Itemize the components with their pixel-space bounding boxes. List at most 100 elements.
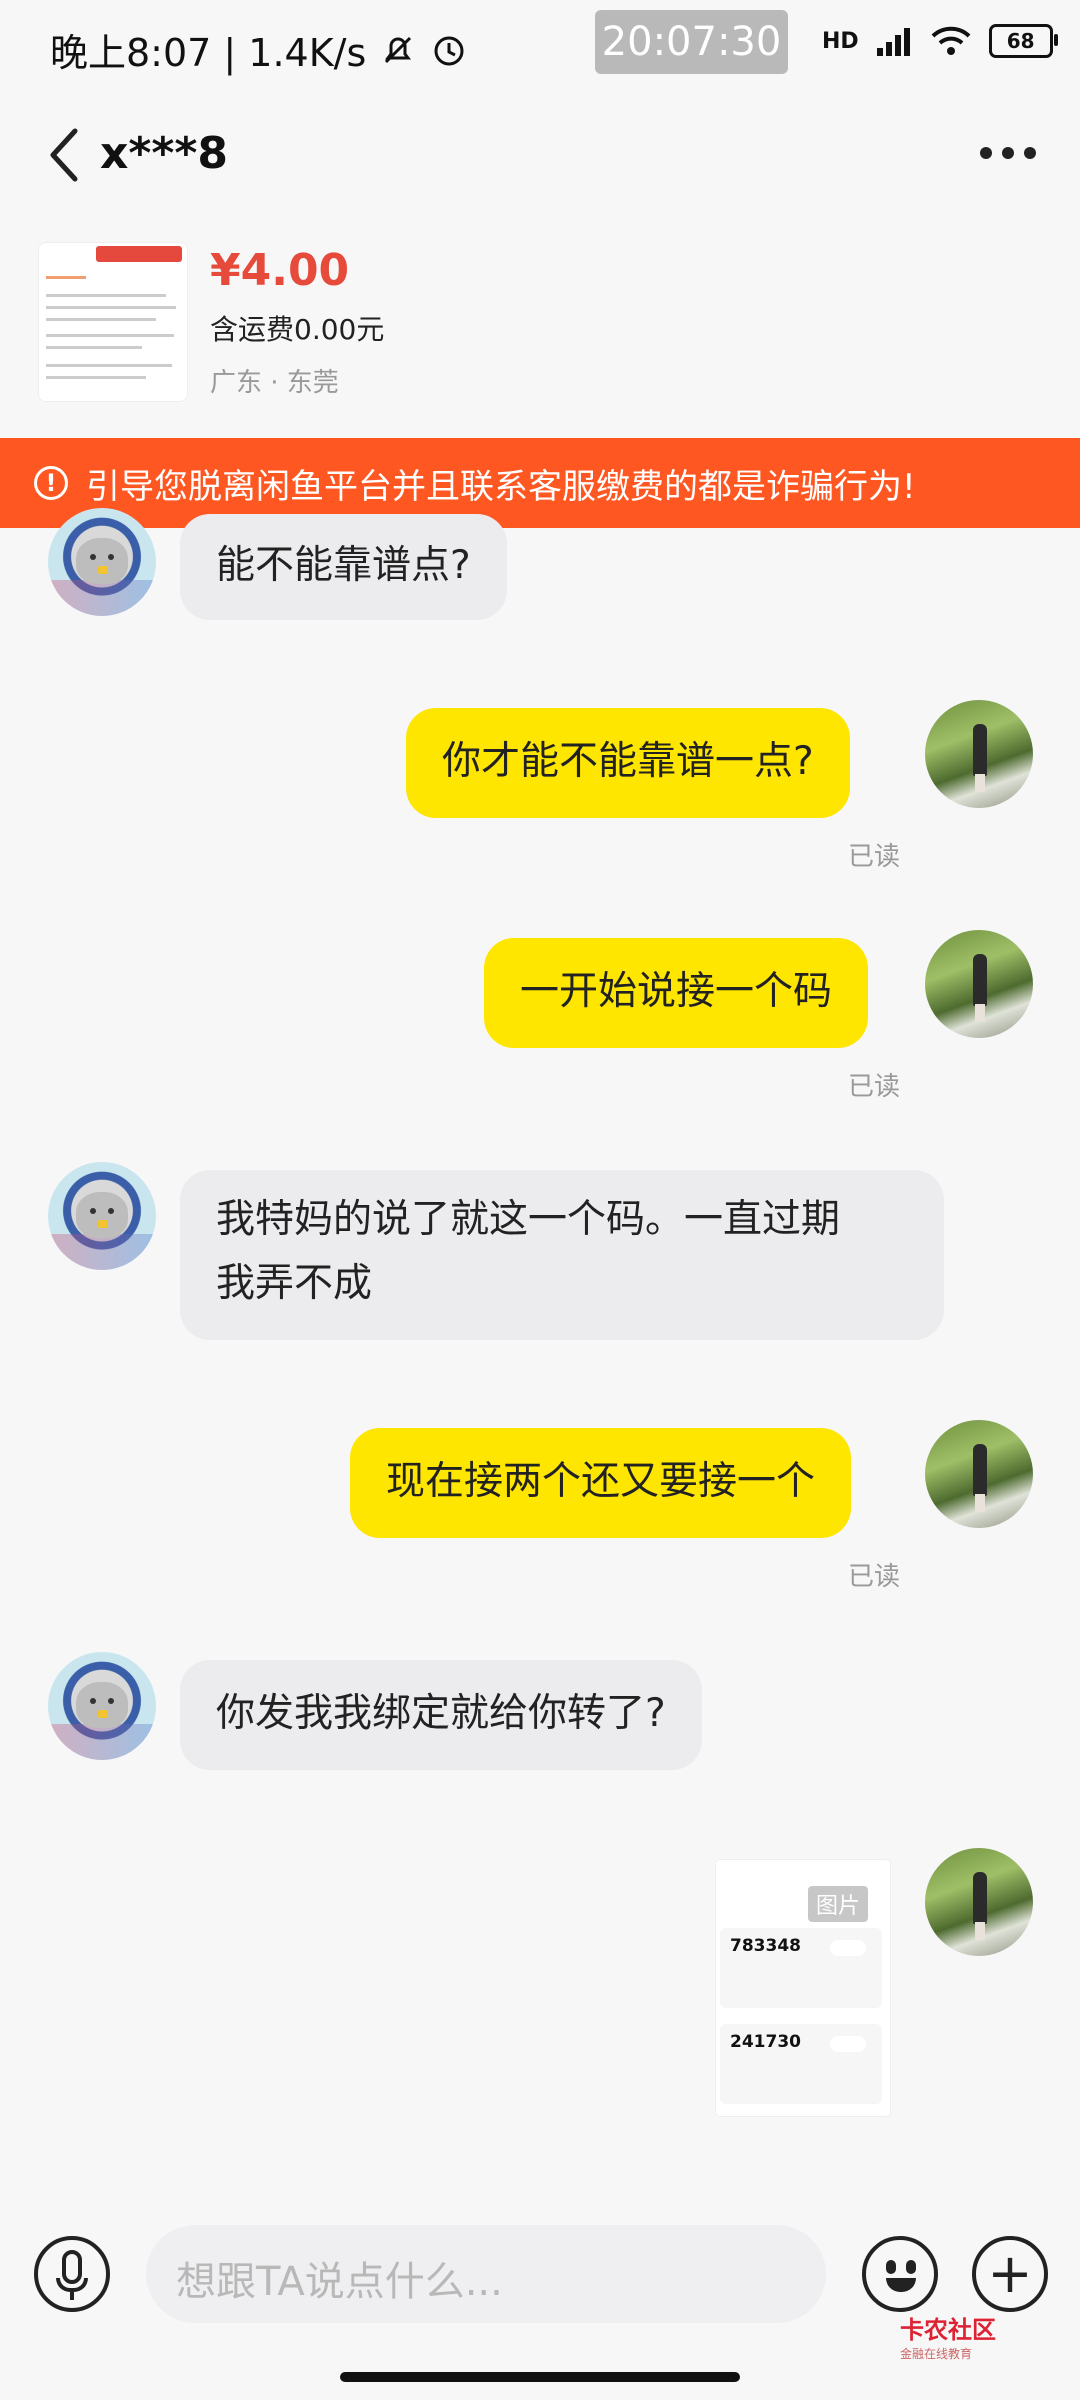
sms-code: 241730 — [730, 2032, 801, 2052]
thumbnail-line — [46, 276, 86, 279]
chat-title: x***8 — [100, 128, 229, 179]
avatar-eye — [90, 1208, 96, 1214]
seller-avatar[interactable] — [48, 508, 156, 616]
copy-chip — [830, 1940, 866, 1956]
thumbnail-line — [46, 318, 156, 321]
product-thumbnail[interactable] — [38, 242, 188, 402]
avatar-face — [76, 1192, 128, 1238]
seller-avatar[interactable] — [48, 1652, 156, 1760]
input-placeholder: 想跟TA说点什么... — [176, 2259, 503, 2305]
status-left: 晚上8:07 | 1.4K/s — [50, 22, 468, 77]
avatar-eye — [90, 1698, 96, 1704]
message-text-line: 我弄不成 — [216, 1261, 373, 1306]
image-message[interactable]: 图片 783348 241730 — [716, 1860, 890, 2116]
message-bubble-sent[interactable]: 你才能不能靠谱一点? — [406, 708, 850, 818]
alarm-icon — [434, 36, 464, 65]
my-avatar[interactable] — [925, 1420, 1033, 1528]
avatar-figure — [975, 774, 985, 792]
message-bubble-received[interactable]: 能不能靠谱点? — [180, 514, 507, 620]
avatar-beak — [98, 1220, 108, 1228]
emoji-button[interactable] — [862, 2236, 938, 2312]
warning-text: 引导您脱离闲鱼平台并且联系客服缴费的都是诈骗行为! — [86, 466, 916, 507]
message-text: 现在接两个还又要接一个 — [386, 1459, 816, 1504]
avatar-figure — [973, 724, 987, 776]
avatar-figure — [975, 1004, 985, 1022]
thumbnail-line — [46, 294, 166, 297]
sms-code: 783348 — [730, 1936, 801, 1956]
avatar-figure — [973, 1872, 987, 1924]
more-options-button[interactable] — [980, 145, 1040, 161]
avatar-figure — [973, 954, 987, 1006]
message-text: 一开始说接一个码 — [520, 969, 833, 1014]
message-input[interactable]: 想跟TA说点什么... — [146, 2225, 826, 2323]
smiley-icon — [886, 2260, 896, 2274]
avatar-beak — [98, 566, 108, 574]
dot-icon — [1024, 147, 1036, 159]
avatar-figure — [975, 1494, 985, 1512]
message-text-line: 我特妈的说了就这一个码。一直过期 — [216, 1197, 841, 1242]
read-receipt: 已读 — [848, 842, 901, 872]
message-bubble-sent[interactable]: 一开始说接一个码 — [484, 938, 869, 1048]
avatar-eye — [108, 554, 114, 560]
wifi-icon — [931, 26, 971, 55]
avatar-eye — [108, 1208, 114, 1214]
my-avatar[interactable] — [925, 700, 1033, 808]
avatar-figure — [975, 1922, 985, 1940]
signal-icon — [876, 28, 910, 56]
fraud-warning-banner: ! 引导您脱离闲鱼平台并且联系客服缴费的都是诈骗行为! — [0, 438, 1080, 528]
dot-icon — [1002, 147, 1014, 159]
message-text: 能不能靠谱点? — [216, 543, 471, 588]
watermark-subtitle: 金融在线教育 — [900, 2347, 973, 2361]
home-indicator[interactable] — [340, 2372, 740, 2382]
message-bubble-received[interactable]: 你发我我绑定就给你转了? — [180, 1660, 702, 1770]
status-left-text: 晚上8:07 | 1.4K/s — [50, 31, 367, 75]
thumbnail-line — [46, 346, 142, 349]
voice-input-button[interactable] — [34, 2236, 110, 2312]
message-bubble-received[interactable]: 我特妈的说了就这一个码。一直过期 我弄不成 — [180, 1170, 944, 1340]
alert-circle-icon: ! — [34, 466, 68, 500]
thumbnail-line — [46, 334, 174, 337]
read-receipt: 已读 — [848, 1072, 901, 1102]
watermark: 卡农社区 金融在线教育 — [900, 2310, 996, 2362]
status-bar: 晚上8:07 | 1.4K/s 20:07:30 HD 68 — [0, 0, 1080, 100]
avatar-decoration — [48, 1234, 156, 1270]
message-bubble-sent[interactable]: 现在接两个还又要接一个 — [350, 1428, 852, 1538]
avatar-face — [76, 538, 128, 584]
thumbnail-line — [46, 364, 172, 367]
clock-overlay: 20:07:30 — [595, 10, 788, 74]
seller-avatar[interactable] — [48, 1162, 156, 1270]
avatar-figure — [973, 1444, 987, 1496]
status-right: HD 68 — [822, 24, 1058, 58]
sms-card: 241730 — [720, 2024, 882, 2104]
my-avatar[interactable] — [925, 930, 1033, 1038]
message-text: 你发我我绑定就给你转了? — [216, 1691, 666, 1736]
screenshot-statusbar — [716, 1860, 890, 1880]
smiley-eye — [906, 2260, 916, 2274]
bell-off-icon — [385, 36, 412, 63]
my-avatar[interactable] — [925, 1848, 1033, 1956]
avatar-eye — [90, 554, 96, 560]
network-type-label: HD — [822, 28, 859, 54]
avatar-eye — [108, 1698, 114, 1704]
sms-card: 783348 — [720, 1928, 882, 2008]
chevron-left-icon — [50, 128, 78, 182]
add-attachment-button[interactable]: + — [972, 2236, 1048, 2312]
read-receipt: 已读 — [848, 1562, 901, 1592]
message-text: 你才能不能靠谱一点? — [442, 739, 814, 784]
thumbnail-line — [46, 376, 146, 379]
back-button[interactable] — [45, 125, 95, 185]
avatar-decoration — [48, 1724, 156, 1760]
plus-icon: + — [987, 2242, 1033, 2305]
battery-indicator: 68 — [988, 24, 1058, 58]
watermark-title: 卡农社区 — [900, 2316, 996, 2344]
thumbnail-line — [46, 306, 176, 309]
copy-chip — [830, 2036, 866, 2052]
product-location: 广东 · 东莞 — [210, 368, 339, 398]
product-price: ¥4.00 — [210, 245, 350, 296]
avatar-decoration — [48, 580, 156, 616]
microphone-stand — [56, 2278, 88, 2292]
battery-level: 68 — [1006, 29, 1035, 53]
smiley-mouth — [886, 2278, 916, 2292]
avatar-beak — [98, 1710, 108, 1718]
thumbnail-header-strip — [96, 246, 182, 262]
